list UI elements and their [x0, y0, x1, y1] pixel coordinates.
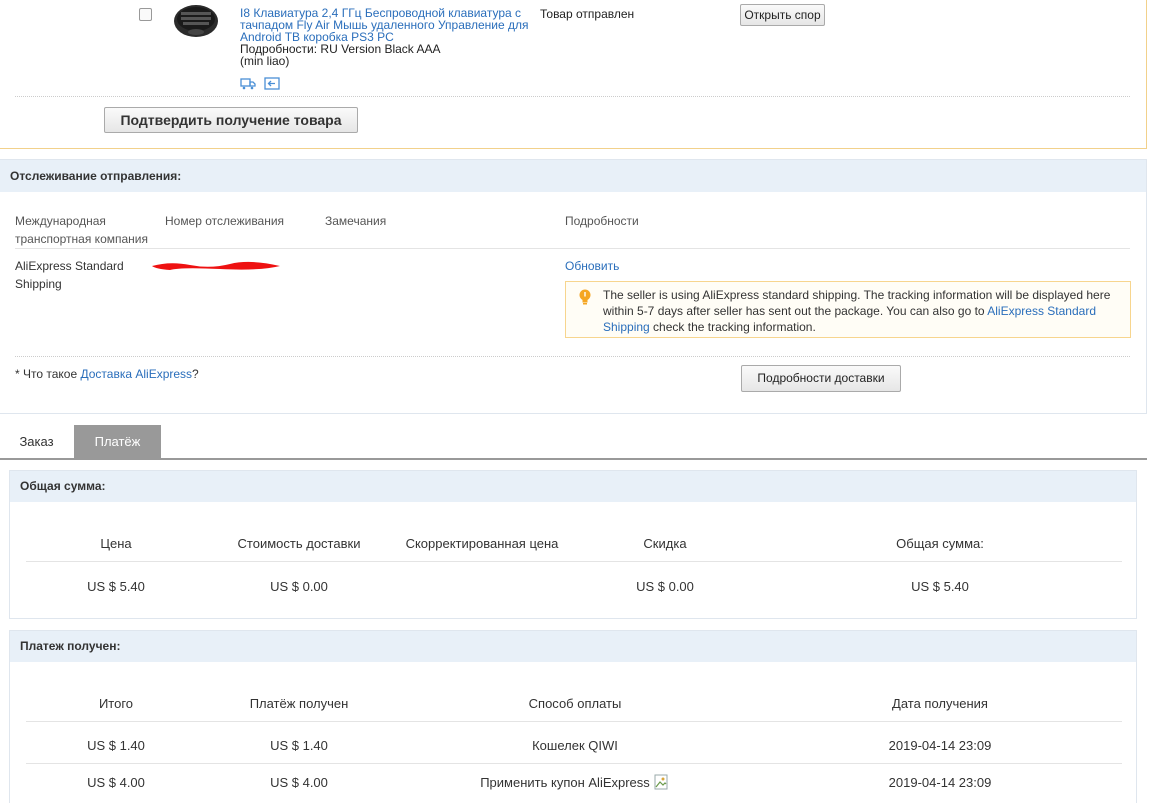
col-shipping-cost: Стоимость доставки: [237, 536, 361, 551]
tracking-header: Отслеживание отправления:: [0, 160, 1146, 192]
tab-payment[interactable]: Платёж: [74, 425, 161, 458]
broken-image-icon: [654, 774, 670, 790]
col-payment-method: Способ оплаты: [528, 696, 622, 711]
payment-panel: Платеж получен: Итого Платёж получен Спо…: [9, 630, 1137, 803]
payment-method-value: Применить купон AliExpress: [480, 774, 650, 790]
col-payment-received: Платёж получен: [249, 696, 349, 711]
item-checkbox[interactable]: [139, 8, 152, 21]
footnote-prefix: * Что такое: [15, 367, 81, 381]
discount-value: US $ 0.00: [636, 578, 694, 594]
col-remarks: Замечания: [325, 214, 387, 228]
refresh-link[interactable]: Обновить: [565, 257, 619, 275]
carrier-name: AliExpress Standard Shipping: [15, 259, 124, 291]
divider: [15, 248, 1130, 249]
shipping-footnote: * Что такое Доставка AliExpress?: [15, 365, 199, 383]
tab-order[interactable]: Заказ: [0, 425, 73, 458]
payment-method-cell: Применить купон AliExpress: [392, 764, 758, 800]
payment-received-value: US $ 1.40: [270, 738, 328, 753]
col-carrier: Международная транспортная компания: [15, 214, 148, 246]
col-price: Цена: [100, 536, 132, 551]
adjusted-price-value: [392, 568, 572, 604]
table-row: US $ 4.00 US $ 4.00 Применить купон AliE…: [26, 764, 1122, 800]
shipping-cost-value: US $ 0.00: [270, 578, 328, 594]
col-total: Общая сумма:: [896, 536, 984, 551]
truck-icon[interactable]: [240, 77, 256, 90]
payment-received-value: US $ 4.00: [270, 774, 328, 790]
tracking-info-text: The seller is using AliExpress standard …: [603, 287, 1118, 335]
received-date-value: 2019-04-14 23:09: [888, 738, 992, 753]
product-thumbnail[interactable]: [172, 2, 220, 40]
tracking-info-box: The seller is using AliExpress standard …: [565, 281, 1131, 338]
col-discount: Скидка: [643, 536, 687, 551]
product-action-icons: [240, 77, 280, 90]
confirm-receipt-button[interactable]: Подтвердить получение товара: [104, 107, 358, 133]
order-item-panel: I8 Клавиатура 2,4 ГГц Беспроводной клави…: [0, 0, 1147, 149]
payment-method-value: Кошелек QIWI: [532, 738, 618, 753]
col-subtotal: Итого: [98, 696, 134, 711]
col-details: Подробности: [565, 214, 639, 228]
payment-header: Платеж получен:: [10, 631, 1136, 662]
open-dispute-button[interactable]: Открыть спор: [740, 4, 825, 26]
total-value: US $ 5.40: [911, 578, 969, 594]
subtotal-value: US $ 4.00: [87, 774, 145, 790]
divider: [15, 356, 1130, 357]
total-header-row: Цена Стоимость доставки Скорректированна…: [26, 526, 1122, 562]
redacted-tracking-number: [150, 260, 282, 272]
divider: [15, 96, 1130, 97]
footnote-suffix: ?: [192, 367, 199, 381]
col-received-date: Дата получения: [892, 696, 988, 711]
total-panel: Общая сумма: Цена Стоимость доставки Ско…: [9, 470, 1137, 619]
price-value: US $ 5.40: [87, 578, 145, 594]
tracking-panel: Отслеживание отправления: Международная …: [0, 159, 1147, 414]
aliexpress-shipping-link[interactable]: Доставка AliExpress: [80, 367, 192, 381]
seller-name: (min liao): [240, 54, 290, 68]
shipping-details-button[interactable]: Подробности доставки: [741, 365, 901, 392]
total-values-row: US $ 5.40 US $ 0.00 US $ 0.00 US $ 5.40: [26, 568, 1122, 604]
info-text-part: check the tracking information.: [649, 320, 816, 334]
col-tracking-number: Номер отслеживания: [165, 214, 285, 228]
total-header: Общая сумма:: [10, 471, 1136, 502]
payment-header-row: Итого Платёж получен Способ оплаты Дата …: [26, 686, 1122, 722]
return-icon[interactable]: [264, 77, 280, 90]
col-adjusted-price: Скорректированная цена: [405, 536, 559, 551]
order-tabs: Заказ Платёж: [0, 425, 1147, 460]
lightbulb-icon: [578, 289, 592, 305]
received-date-value: 2019-04-14 23:09: [888, 774, 992, 790]
product-title-link[interactable]: I8 Клавиатура 2,4 ГГц Беспроводной клави…: [240, 7, 535, 43]
subtotal-value: US $ 1.40: [87, 738, 145, 753]
order-status: Товар отправлен: [540, 7, 635, 21]
table-row: US $ 1.40 US $ 1.40 Кошелек QIWI 2019-04…: [26, 728, 1122, 764]
